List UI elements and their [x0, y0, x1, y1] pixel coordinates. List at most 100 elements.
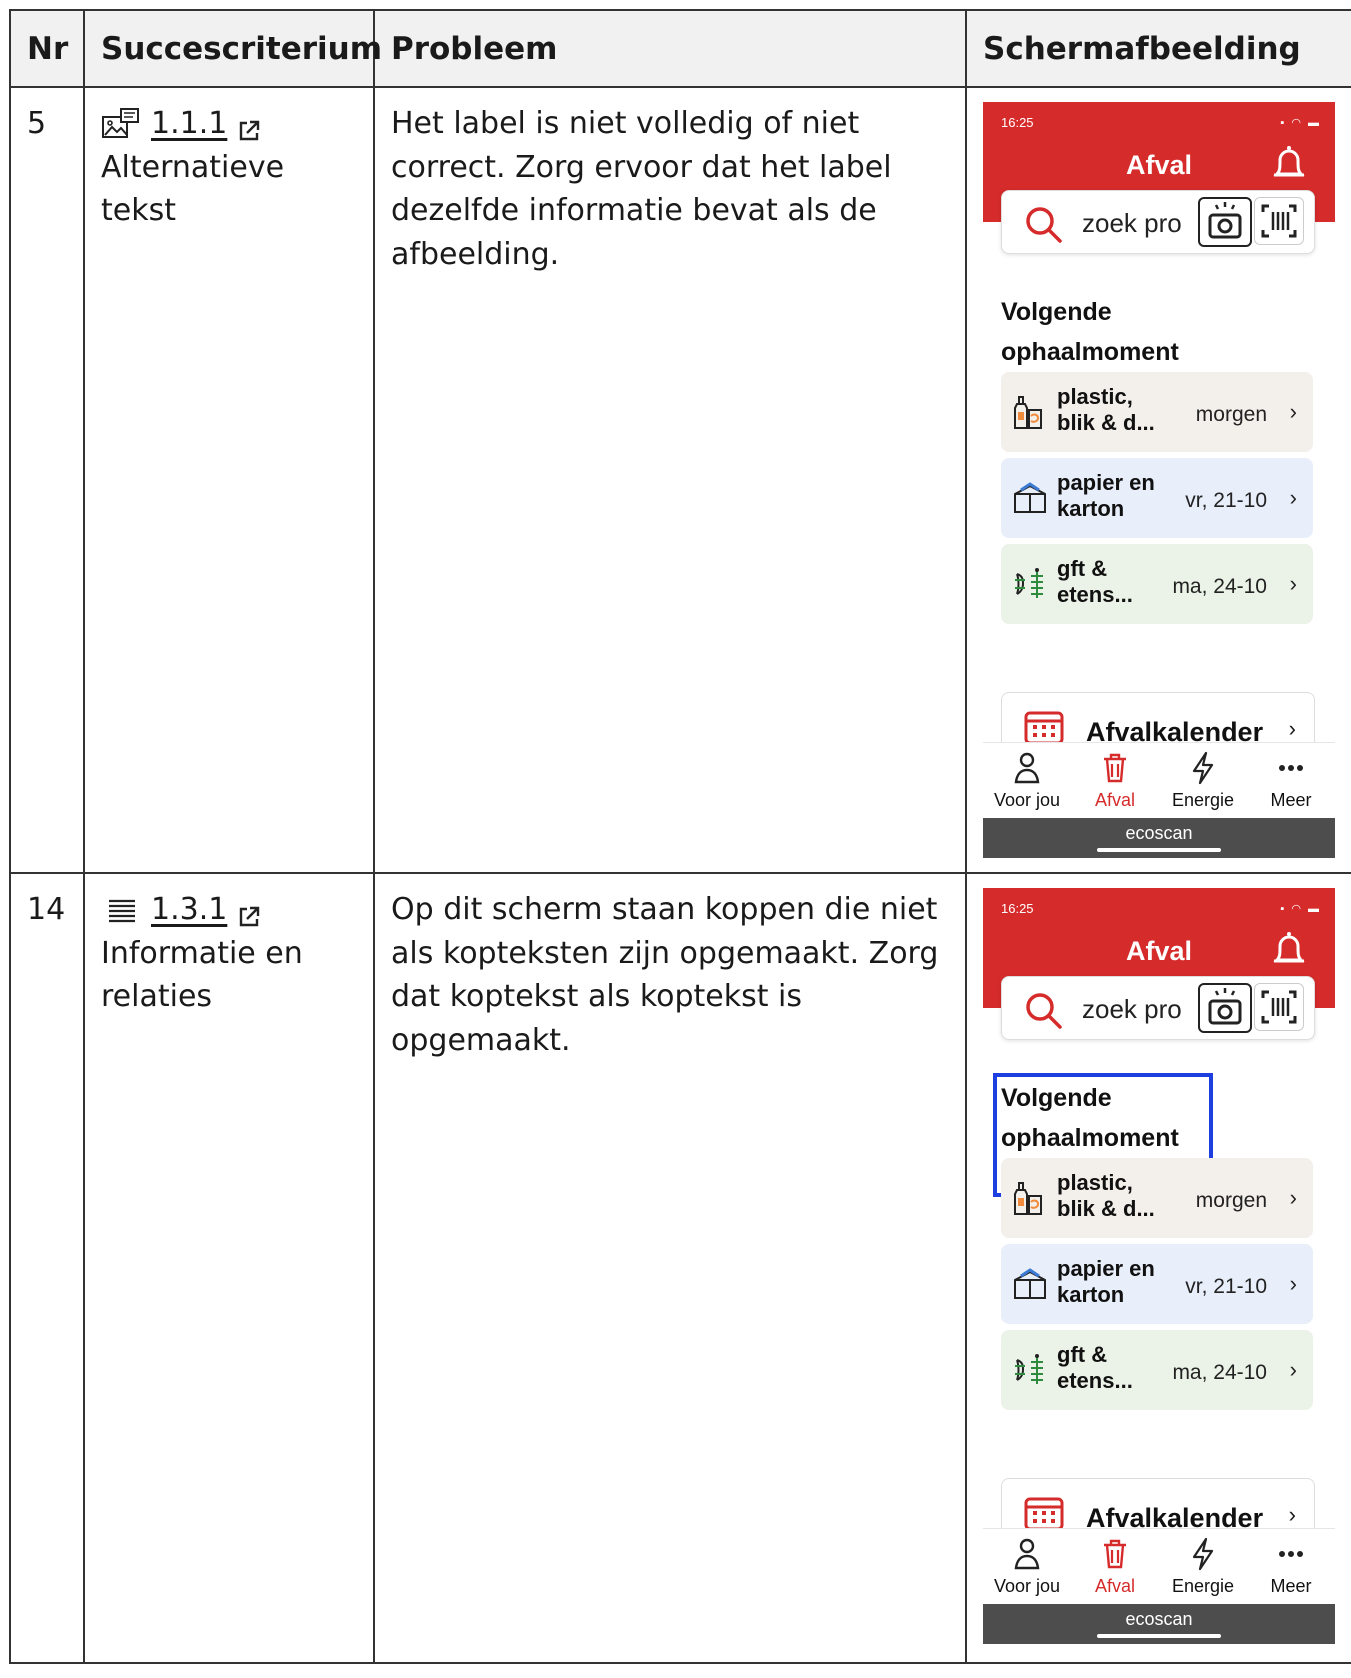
tab-label: Voor jou	[993, 1576, 1061, 1596]
row-screenshot: 16:25 ▪ ◠ ▬ Afval zoek pro Volgende opha…	[965, 86, 1351, 874]
tab-meer[interactable]: Meer	[1247, 1537, 1335, 1599]
criterion-link[interactable]: 1.3.1	[101, 888, 357, 932]
phone-screenshot: 16:25 ▪ ◠ ▬ Afval zoek pro Volgende opha…	[983, 888, 1335, 1644]
tab-voor-jou[interactable]: Voor jou	[983, 1537, 1071, 1599]
chevron-right-icon: ›	[1289, 485, 1297, 510]
row-criterion: 1.1.1 Alternatieve tekst	[83, 86, 375, 874]
waste-card-name: gft & etens...	[1057, 1342, 1133, 1393]
waste-card-date: morgen	[1195, 403, 1267, 426]
table-row: 14 1.3.1 Informatie en relaties Op dit s…	[9, 872, 1351, 1664]
chevron-right-icon: ›	[1288, 716, 1296, 741]
row-criterion: 1.3.1 Informatie en relaties	[83, 872, 375, 1664]
tab-energie[interactable]: Energie	[1159, 751, 1247, 813]
trash-icon	[1071, 1537, 1159, 1571]
tab-bar: Voor jou Afval Energie Meer	[983, 1528, 1335, 1605]
more-icon	[1247, 751, 1335, 785]
criterion-code[interactable]: 1.1.1	[151, 102, 227, 146]
external-link-icon	[237, 898, 261, 926]
search-bar[interactable]: zoek pro	[1001, 190, 1315, 254]
bell-icon[interactable]	[1271, 142, 1307, 197]
waste-card[interactable]: plastic, blik & d... morgen ›	[1001, 1158, 1313, 1238]
search-input[interactable]: zoek pro	[1082, 991, 1182, 1029]
header-row: Nr Succescriterium Probleem Schermafbeel…	[9, 9, 1351, 88]
brand-bar: ecoscan	[983, 1604, 1335, 1644]
paper-box-icon	[1011, 1266, 1049, 1315]
phone-screenshot: 16:25 ▪ ◠ ▬ Afval zoek pro Volgende opha…	[983, 102, 1335, 858]
header-screenshot: Schermafbeelding	[965, 9, 1351, 88]
tab-afval[interactable]: Afval	[1071, 1537, 1159, 1599]
row-problem: Op dit scherm staan koppen die niet als …	[373, 872, 967, 1664]
brand-label: ecoscan	[1125, 823, 1193, 843]
row-nr: 14	[9, 872, 85, 1664]
camera-scan-icon[interactable]	[1198, 197, 1252, 247]
row-number: 5	[27, 106, 47, 141]
bell-icon[interactable]	[1271, 928, 1307, 983]
image-text-icon	[101, 107, 141, 141]
tab-label: Afval	[1094, 1576, 1136, 1596]
header-criterion: Succescriterium	[83, 9, 382, 88]
tab-label: Energie	[1171, 790, 1235, 810]
chevron-right-icon: ›	[1289, 399, 1297, 424]
tab-voor-jou[interactable]: Voor jou	[983, 751, 1071, 813]
section-heading: Volgende ophaalmoment	[1001, 298, 1179, 366]
chevron-right-icon: ›	[1289, 1185, 1297, 1210]
tab-meer[interactable]: Meer	[1247, 751, 1335, 813]
criterion-name: Alternatieve tekst	[101, 149, 285, 229]
criterion-link[interactable]: 1.1.1	[101, 102, 357, 146]
waste-card-name: plastic, blik & d...	[1057, 1170, 1155, 1221]
row-nr: 5	[9, 86, 85, 874]
barcode-scan-icon[interactable]	[1254, 983, 1304, 1031]
chevron-right-icon: ›	[1289, 1271, 1297, 1296]
lightning-icon	[1159, 1537, 1247, 1571]
brand-label: ecoscan	[1125, 1609, 1193, 1629]
waste-card-date: ma, 24-10	[1172, 1361, 1267, 1384]
waste-card[interactable]: papier en karton vr, 21-10 ›	[1001, 458, 1313, 538]
audit-table: Nr Succescriterium Probleem Schermafbeel…	[9, 9, 1351, 1664]
waste-card-name: plastic, blik & d...	[1057, 384, 1155, 435]
status-icons: ▪ ◠ ▬	[1280, 903, 1321, 915]
tab-energie[interactable]: Energie	[1159, 1537, 1247, 1599]
row-problem: Het label is niet volledig of niet corre…	[373, 86, 967, 874]
criterion-code[interactable]: 1.3.1	[151, 888, 227, 932]
tab-afval[interactable]: Afval	[1071, 751, 1159, 813]
organic-waste-icon	[1011, 566, 1049, 615]
search-input[interactable]: zoek pro	[1082, 205, 1182, 243]
status-time: 16:25	[1001, 901, 1034, 916]
chevron-right-icon: ›	[1289, 571, 1297, 596]
chevron-right-icon: ›	[1288, 1502, 1296, 1527]
plastic-bottle-icon	[1011, 394, 1045, 443]
external-link-icon	[237, 112, 261, 140]
header-nr: Nr	[9, 9, 85, 88]
problem-text: Op dit scherm staan koppen die niet als …	[391, 892, 939, 1058]
person-icon	[983, 751, 1071, 785]
home-indicator	[1097, 1634, 1221, 1638]
waste-card-name: gft & etens...	[1057, 556, 1133, 607]
barcode-scan-icon[interactable]	[1254, 197, 1304, 245]
waste-card[interactable]: plastic, blik & d... morgen ›	[1001, 372, 1313, 452]
chevron-right-icon: ›	[1289, 1357, 1297, 1382]
person-icon	[983, 1537, 1071, 1571]
paper-box-icon	[1011, 480, 1049, 529]
trash-icon	[1071, 751, 1159, 785]
search-icon	[1024, 205, 1064, 258]
criterion-name: Informatie en relaties	[101, 935, 303, 1015]
table-row: 5 1.1.1 Alternatieve tekst Het label is …	[9, 86, 1351, 874]
lightning-icon	[1159, 751, 1247, 785]
plastic-bottle-icon	[1011, 1180, 1045, 1229]
header-problem: Probleem	[373, 9, 967, 88]
waste-card-date: ma, 24-10	[1172, 575, 1267, 598]
waste-card-name: papier en karton	[1057, 470, 1155, 521]
home-indicator	[1097, 848, 1221, 852]
organic-waste-icon	[1011, 1352, 1049, 1401]
waste-card-date: morgen	[1195, 1189, 1267, 1212]
status-time: 16:25	[1001, 115, 1034, 130]
waste-card[interactable]: gft & etens... ma, 24-10 ›	[1001, 544, 1313, 624]
waste-card[interactable]: gft & etens... ma, 24-10 ›	[1001, 1330, 1313, 1410]
search-bar[interactable]: zoek pro	[1001, 976, 1315, 1040]
camera-scan-icon[interactable]	[1198, 983, 1252, 1033]
tab-label: Afval	[1094, 790, 1136, 810]
waste-card-date: vr, 21-10	[1185, 489, 1267, 512]
waste-card[interactable]: papier en karton vr, 21-10 ›	[1001, 1244, 1313, 1324]
tab-label: Voor jou	[993, 790, 1061, 810]
row-screenshot: 16:25 ▪ ◠ ▬ Afval zoek pro Volgende opha…	[965, 872, 1351, 1664]
